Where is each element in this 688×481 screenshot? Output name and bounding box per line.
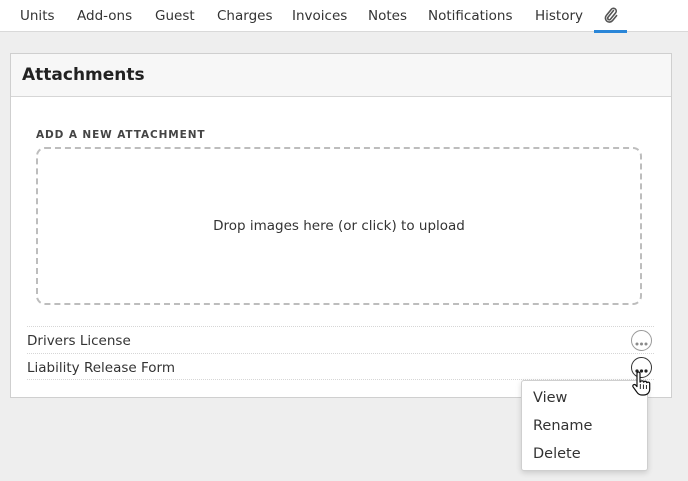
tab-bar: Units Add-ons Guest Charges Invoices Not… <box>0 0 688 33</box>
tab-charges[interactable]: Charges <box>217 8 272 24</box>
attachment-row: Drivers License <box>27 326 654 353</box>
tab-notifications[interactable]: Notifications <box>428 8 513 24</box>
add-attachment-label: ADD A NEW ATTACHMENT <box>36 129 206 141</box>
dropzone-text: Drop images here (or click) to upload <box>213 218 465 234</box>
tab-attachments[interactable] <box>594 0 627 33</box>
ellipsis-icon <box>635 358 648 377</box>
attachment-context-menu: View Rename Delete <box>521 380 648 471</box>
ellipsis-icon <box>635 331 648 350</box>
tab-guest[interactable]: Guest <box>155 8 195 24</box>
upload-dropzone[interactable]: Drop images here (or click) to upload <box>36 147 642 305</box>
more-options-button[interactable] <box>631 357 652 378</box>
tab-add-ons[interactable]: Add-ons <box>77 8 132 24</box>
menu-item-delete[interactable]: Delete <box>533 446 581 462</box>
menu-item-rename[interactable]: Rename <box>533 418 592 434</box>
tab-invoices[interactable]: Invoices <box>292 8 347 24</box>
attachment-name[interactable]: Liability Release Form <box>27 360 175 376</box>
panel-title: Attachments <box>22 65 145 85</box>
attachments-panel: Attachments ADD A NEW ATTACHMENT Drop im… <box>10 53 672 398</box>
menu-item-view[interactable]: View <box>533 390 567 406</box>
panel-header: Attachments <box>11 54 671 97</box>
paperclip-icon <box>604 7 618 32</box>
attachment-name[interactable]: Drivers License <box>27 333 131 349</box>
active-tab-indicator <box>594 30 627 33</box>
more-options-button[interactable] <box>631 330 652 351</box>
tab-history[interactable]: History <box>535 8 583 24</box>
tab-notes[interactable]: Notes <box>368 8 407 24</box>
attachment-row: Liability Release Form <box>27 353 654 380</box>
tab-units[interactable]: Units <box>20 8 55 24</box>
